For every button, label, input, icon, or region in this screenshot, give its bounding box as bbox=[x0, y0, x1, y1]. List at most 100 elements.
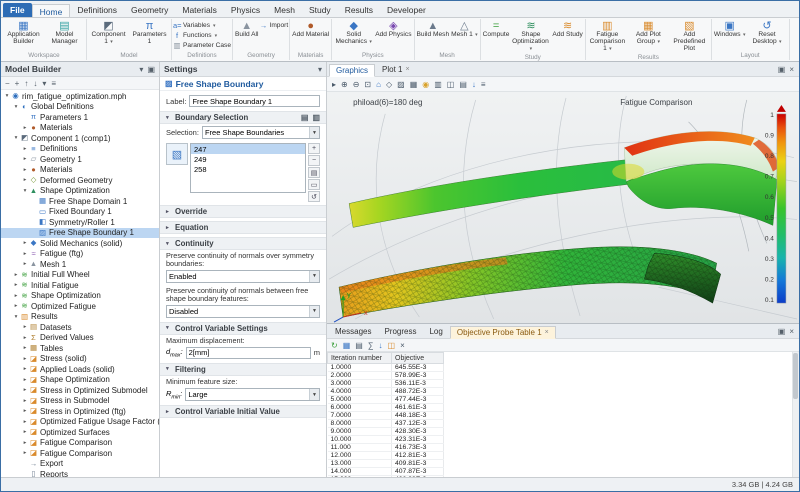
tree-item-rim-fatigue-optimization-mph[interactable]: ▾◉rim_fatigue_optimization.mph bbox=[1, 91, 159, 102]
tree-expander-icon[interactable]: ▸ bbox=[21, 408, 29, 414]
paste-selection-icon[interactable]: ▥ bbox=[312, 113, 320, 122]
expand-all-icon[interactable]: + bbox=[15, 79, 20, 88]
tree-item-shape-optimization[interactable]: ▸◪Shape Optimization bbox=[1, 375, 159, 386]
tree-expander-icon[interactable]: ▸ bbox=[12, 293, 20, 299]
pointer-icon[interactable]: ▸ bbox=[332, 80, 336, 89]
add-to-selection-icon[interactable]: + bbox=[308, 143, 320, 154]
table-row[interactable]: 5.0000477.44E-3 bbox=[328, 396, 444, 404]
tree-expander-icon[interactable]: ▸ bbox=[21, 398, 29, 404]
tree-expander-icon[interactable]: ▸ bbox=[12, 303, 20, 309]
tree-item-stress-in-submodel[interactable]: ▸◪Stress in Submodel bbox=[1, 396, 159, 407]
tab-graphics[interactable]: Graphics bbox=[329, 64, 375, 77]
table-row[interactable]: 8.0000437.12E-3 bbox=[328, 420, 444, 428]
zoom-extents-icon[interactable]: ⊡ bbox=[364, 80, 371, 89]
table-row[interactable]: 3.0000536.11E-3 bbox=[328, 380, 444, 388]
table-row[interactable]: 11.000416.73E-3 bbox=[328, 444, 444, 452]
graphics-canvas[interactable]: phiload(6)=180 deg Fatigue Comparison 10… bbox=[327, 92, 799, 323]
tree-item-shape-optimization[interactable]: ▾▲Shape Optimization bbox=[1, 186, 159, 197]
ribbon-button-add-study[interactable]: ≋Add Study bbox=[551, 19, 583, 40]
tree-item-optimized-surfaces[interactable]: ▸◪Optimized Surfaces bbox=[1, 427, 159, 438]
table-row[interactable]: 14.000407.87E-3 bbox=[328, 468, 444, 476]
tree-item-materials[interactable]: ▸●Materials bbox=[1, 123, 159, 134]
tree-item-datasets[interactable]: ▸▤Datasets bbox=[1, 322, 159, 333]
tree-expander-icon[interactable]: ▸ bbox=[21, 240, 29, 246]
move-up-icon[interactable]: ↑ bbox=[24, 79, 28, 88]
tree-expander-icon[interactable]: ▸ bbox=[21, 156, 29, 162]
tree-expander-icon[interactable]: ▸ bbox=[21, 177, 29, 183]
tree-expander-icon[interactable]: ▸ bbox=[21, 261, 29, 267]
tree-item-fatigue-comparison[interactable]: ▸◪Fatigue Comparison bbox=[1, 438, 159, 449]
ribbon-button-windows[interactable]: ▣Windows ▾ bbox=[713, 19, 747, 40]
close-window-icon[interactable]: × bbox=[789, 65, 794, 74]
tree-item-free-shape-domain-1[interactable]: ▦Free Shape Domain 1 bbox=[1, 196, 159, 207]
active-selection-icon[interactable]: ▧ bbox=[166, 143, 188, 165]
section-boundary-selection[interactable]: ▾ Boundary Selection ▤▥ bbox=[160, 111, 326, 124]
ribbon-button-add-physics[interactable]: ◈Add Physics bbox=[374, 19, 412, 40]
zoom-in-icon[interactable]: ⊕ bbox=[341, 80, 348, 89]
ribbon-button-mesh-1[interactable]: △Mesh 1 ▾ bbox=[450, 19, 479, 40]
tree-expander-icon[interactable]: ▸ bbox=[21, 356, 29, 362]
full-precision-icon[interactable]: ∑ bbox=[368, 341, 374, 350]
tree-item-fatigue-ftg[interactable]: ▸≈Fatigue (ftg) bbox=[1, 249, 159, 260]
clear-table-icon[interactable]: × bbox=[400, 341, 405, 350]
tree-item-component-1-comp1[interactable]: ▾◩Component 1 (comp1) bbox=[1, 133, 159, 144]
tree-item-geometry-1[interactable]: ▸▱Geometry 1 bbox=[1, 154, 159, 165]
tree-item-parameters-1[interactable]: πParameters 1 bbox=[1, 112, 159, 123]
ribbon-tab-study[interactable]: Study bbox=[302, 3, 338, 17]
ribbon-button-compute[interactable]: =Compute bbox=[482, 19, 511, 40]
remove-from-selection-icon[interactable]: − bbox=[308, 155, 320, 166]
ribbon-button-reset-desktop[interactable]: ↺Reset Desktop ▾ bbox=[747, 19, 788, 47]
tree-expander-icon[interactable]: ▸ bbox=[12, 272, 20, 278]
copy-table-icon[interactable]: ▤ bbox=[355, 341, 363, 350]
label-input[interactable] bbox=[189, 95, 320, 107]
settings-menu-icon[interactable]: ▾ bbox=[318, 65, 322, 74]
selection-dropdown[interactable]: Free Shape Boundaries ▼ bbox=[202, 126, 320, 139]
tree-item-solid-mechanics-solid[interactable]: ▸◆Solid Mechanics (solid) bbox=[1, 238, 159, 249]
copy-selection-icon[interactable]: ▤ bbox=[301, 113, 309, 122]
scrollbar-thumb[interactable] bbox=[793, 353, 798, 399]
tree-item-reports[interactable]: ▯Reports bbox=[1, 469, 159, 477]
section-filtering[interactable]: ▾ Filtering bbox=[160, 363, 326, 376]
ribbon-button-shape-optimization[interactable]: ≋Shape Optimization ▾ bbox=[510, 19, 551, 54]
table-row[interactable]: 15.000406.93E-3 bbox=[328, 476, 444, 478]
tree-expander-icon[interactable]: ▸ bbox=[21, 377, 29, 383]
tree-expander-icon[interactable]: ▾ bbox=[21, 188, 29, 194]
close-tab-icon[interactable]: × bbox=[405, 66, 409, 73]
ribbon-tab-file[interactable]: File bbox=[3, 3, 32, 17]
ribbon-button-model-manager[interactable]: ▤Model Manager bbox=[44, 19, 85, 47]
tree-expander-icon[interactable]: ▸ bbox=[21, 335, 29, 341]
tree-item-stress-solid[interactable]: ▸◪Stress (solid) bbox=[1, 354, 159, 365]
tree-expander-icon[interactable]: ▾ bbox=[12, 104, 20, 110]
collapse-all-icon[interactable]: − bbox=[5, 79, 10, 88]
ribbon-button-parameter-case[interactable]: ▥Parameter Case bbox=[173, 41, 231, 50]
tree-item-deformed-geometry[interactable]: ▸◇Deformed Geometry bbox=[1, 175, 159, 186]
table-row[interactable]: 13.000409.81E-3 bbox=[328, 460, 444, 468]
table-row[interactable]: 1.0000645.55E-3 bbox=[328, 364, 444, 372]
ribbon-tab-home[interactable]: Home bbox=[32, 4, 71, 18]
ribbon-tab-materials[interactable]: Materials bbox=[175, 3, 223, 17]
tree-expander-icon[interactable]: ▸ bbox=[21, 419, 29, 425]
tree-item-global-definitions[interactable]: ▾◐Global Definitions bbox=[1, 102, 159, 113]
tree-item-materials[interactable]: ▸●Materials bbox=[1, 165, 159, 176]
tree-expander-icon[interactable]: ▸ bbox=[12, 282, 20, 288]
tree-item-applied-loads-solid[interactable]: ▸◪Applied Loads (solid) bbox=[1, 364, 159, 375]
tab-progress[interactable]: Progress bbox=[378, 325, 422, 338]
ribbon-button-import[interactable]: →Import bbox=[259, 21, 288, 30]
ribbon-tab-mesh[interactable]: Mesh bbox=[267, 3, 302, 17]
table-row[interactable]: 2.0000578.99E-3 bbox=[328, 372, 444, 380]
tree-item-results[interactable]: ▾▥Results bbox=[1, 312, 159, 323]
tree-expander-icon[interactable]: ▾ bbox=[12, 135, 20, 141]
ribbon-button-fatigue-comparison-1[interactable]: ▥Fatigue Comparison 1 ▾ bbox=[587, 19, 628, 54]
go-to-default-view-icon[interactable]: ⌂ bbox=[376, 80, 381, 89]
deselect-icon[interactable]: ↺ bbox=[308, 191, 320, 202]
tree-expander-icon[interactable]: ▾ bbox=[3, 93, 11, 99]
ribbon-button-add-predefined-plot[interactable]: ▧Add Predefined Plot bbox=[669, 19, 710, 54]
tree-expander-icon[interactable]: ▸ bbox=[21, 429, 29, 435]
ribbon-button-application-builder[interactable]: ▦Application Builder bbox=[3, 19, 44, 47]
column-header-objective[interactable]: Objective bbox=[392, 353, 444, 364]
color-legend-icon[interactable]: ▥ bbox=[434, 80, 442, 89]
tree-expander-icon[interactable]: ▸ bbox=[21, 324, 29, 330]
tree-item-initial-full-wheel[interactable]: ▸≋Initial Full Wheel bbox=[1, 270, 159, 281]
continuity-features-dropdown[interactable]: Disabled ▼ bbox=[166, 305, 320, 318]
plot-3d-view[interactable]: phiload(6)=180 deg Fatigue Comparison 10… bbox=[327, 92, 799, 323]
